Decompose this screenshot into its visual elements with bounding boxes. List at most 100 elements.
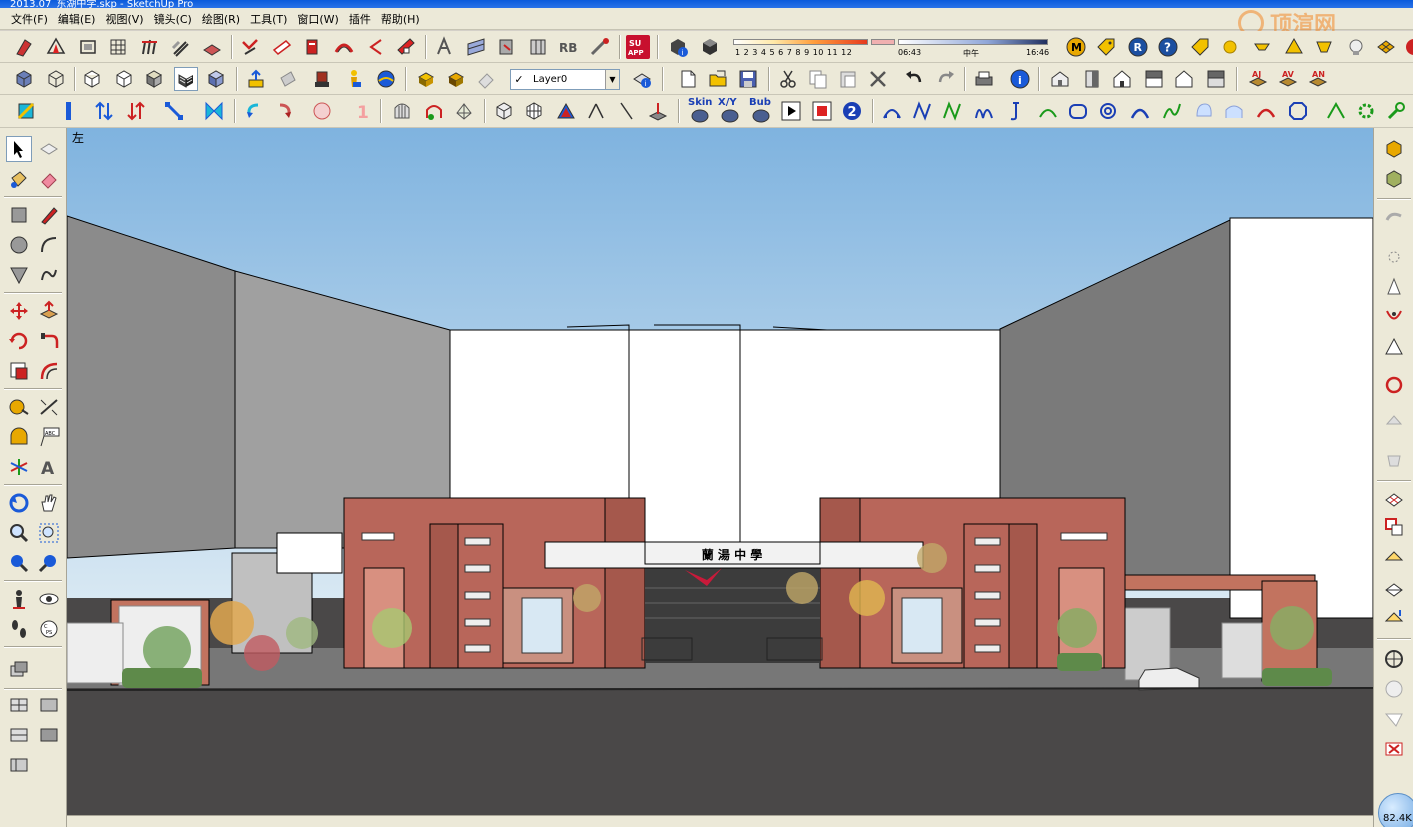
tool-icon[interactable] bbox=[12, 35, 36, 59]
grid-icon[interactable] bbox=[1374, 35, 1398, 59]
blob2-icon[interactable] bbox=[1222, 99, 1246, 123]
blob-icon[interactable] bbox=[1192, 99, 1216, 123]
cone-icon[interactable] bbox=[1381, 274, 1407, 300]
tool-icon[interactable] bbox=[44, 35, 68, 59]
origin-icon[interactable] bbox=[646, 99, 670, 123]
curve-v-icon[interactable] bbox=[1324, 99, 1348, 123]
right-view-icon[interactable] bbox=[1142, 67, 1166, 91]
undo-gray-icon[interactable] bbox=[1381, 206, 1407, 232]
arc-icon[interactable] bbox=[36, 232, 62, 258]
rotate-right-icon[interactable] bbox=[272, 99, 296, 123]
cube-grid-icon[interactable] bbox=[492, 99, 516, 123]
zoom-icon[interactable] bbox=[6, 520, 32, 546]
target-icon[interactable] bbox=[1381, 646, 1407, 672]
tool-icon[interactable] bbox=[300, 35, 324, 59]
menu-window[interactable]: 窗口(W) bbox=[292, 11, 343, 27]
tool-icon[interactable] bbox=[138, 35, 162, 59]
sandbox-5-icon[interactable] bbox=[6, 752, 32, 778]
left-view-icon[interactable] bbox=[1204, 67, 1228, 91]
play-icon[interactable] bbox=[779, 99, 803, 123]
tag-icon[interactable] bbox=[1188, 35, 1212, 59]
hidden-line-icon[interactable] bbox=[112, 67, 136, 91]
monochrome-icon[interactable] bbox=[204, 67, 228, 91]
cut-icon[interactable] bbox=[776, 67, 800, 91]
xy-button[interactable] bbox=[718, 103, 742, 127]
person-icon[interactable] bbox=[342, 67, 366, 91]
line-tool-icon[interactable] bbox=[614, 99, 638, 123]
tape-measure-icon[interactable] bbox=[6, 394, 32, 420]
select-arrow-icon[interactable] bbox=[6, 136, 32, 162]
menu-file[interactable]: 文件(F) bbox=[6, 11, 53, 27]
dimension-icon[interactable] bbox=[36, 394, 62, 420]
tool-icon[interactable] bbox=[364, 35, 388, 59]
layer-n-icon[interactable]: AN bbox=[1306, 67, 1330, 91]
bub-button[interactable] bbox=[749, 103, 773, 127]
eraser-icon[interactable] bbox=[36, 166, 62, 192]
lamp-icon[interactable] bbox=[1250, 35, 1274, 59]
paint-bucket-icon[interactable] bbox=[6, 166, 32, 192]
spot-icon[interactable] bbox=[1312, 35, 1336, 59]
tool-icon[interactable] bbox=[238, 35, 262, 59]
tool-icon[interactable] bbox=[464, 35, 488, 59]
shadow-month-slider[interactable] bbox=[733, 39, 868, 45]
warehouse-icon[interactable] bbox=[310, 67, 334, 91]
follow-me-icon[interactable] bbox=[36, 328, 62, 354]
shaded-texture-icon[interactable] bbox=[174, 67, 198, 91]
front-view-icon[interactable] bbox=[1110, 67, 1134, 91]
lock-icon[interactable] bbox=[1381, 676, 1407, 702]
arch-icon[interactable] bbox=[422, 99, 446, 123]
menu-plugins[interactable]: 插件 bbox=[344, 11, 376, 27]
xray-view-icon[interactable] bbox=[80, 67, 104, 91]
polygon-icon[interactable] bbox=[6, 262, 32, 288]
upload-icon[interactable] bbox=[244, 67, 268, 91]
wire-view-icon[interactable] bbox=[44, 67, 68, 91]
move-icon[interactable] bbox=[6, 298, 32, 324]
scale-icon[interactable] bbox=[6, 358, 32, 384]
close-icon[interactable] bbox=[1381, 736, 1407, 762]
smoove-icon[interactable] bbox=[1381, 514, 1407, 540]
column-icon[interactable] bbox=[56, 99, 80, 123]
pin-icon[interactable] bbox=[1381, 304, 1407, 330]
doc-icon[interactable] bbox=[276, 67, 300, 91]
curve-n3-icon[interactable] bbox=[1160, 99, 1184, 123]
pencil-icon[interactable] bbox=[36, 202, 62, 228]
drape-icon[interactable] bbox=[1381, 446, 1407, 472]
redo-icon[interactable] bbox=[934, 67, 958, 91]
bowtie-icon[interactable] bbox=[202, 99, 226, 123]
overflow-icon[interactable] bbox=[1402, 35, 1413, 59]
menu-edit[interactable]: 编辑(E) bbox=[53, 11, 101, 27]
shaded-icon[interactable] bbox=[142, 67, 166, 91]
bulb-icon[interactable] bbox=[1344, 35, 1368, 59]
look-around-icon[interactable] bbox=[36, 586, 62, 612]
copy-icon[interactable] bbox=[806, 67, 830, 91]
save-icon[interactable] bbox=[736, 67, 760, 91]
zoom-window-icon[interactable] bbox=[36, 520, 62, 546]
previous-view-icon[interactable] bbox=[6, 550, 32, 576]
flip-edge-icon[interactable] bbox=[1381, 574, 1407, 600]
model-info-icon[interactable]: i bbox=[666, 35, 690, 59]
menu-help[interactable]: 帮助(H) bbox=[376, 11, 425, 27]
spiral-icon[interactable] bbox=[1096, 99, 1120, 123]
curve-nf-icon[interactable] bbox=[940, 99, 964, 123]
face-icon[interactable] bbox=[14, 99, 38, 123]
layer-dropdown[interactable]: ✓ Layer0 ▼ bbox=[510, 69, 620, 90]
curve-arch-icon[interactable] bbox=[1128, 99, 1152, 123]
menu-camera[interactable]: 镜头(C) bbox=[149, 11, 197, 27]
shell-icon[interactable] bbox=[390, 99, 414, 123]
shadow-settings-bar[interactable]: 1 2 3 4 5 6 7 8 9 10 11 12 06:43 中午 16:4… bbox=[733, 37, 1051, 59]
tool-icon[interactable] bbox=[588, 35, 612, 59]
offset-icon[interactable] bbox=[36, 358, 62, 384]
tool-icon[interactable] bbox=[332, 35, 356, 59]
menu-view[interactable]: 视图(V) bbox=[100, 11, 148, 27]
polyhedron-icon[interactable] bbox=[452, 99, 476, 123]
component-icon[interactable] bbox=[444, 67, 468, 91]
tool-icon[interactable] bbox=[76, 35, 100, 59]
tool-icon[interactable] bbox=[106, 35, 130, 59]
circle-icon[interactable] bbox=[6, 232, 32, 258]
skin-button[interactable] bbox=[688, 103, 712, 127]
paste-icon[interactable] bbox=[836, 67, 860, 91]
tool-icon[interactable] bbox=[168, 35, 192, 59]
globe-icon[interactable] bbox=[374, 67, 398, 91]
curve-j-icon[interactable] bbox=[1004, 99, 1028, 123]
light-icon[interactable] bbox=[1282, 35, 1306, 59]
